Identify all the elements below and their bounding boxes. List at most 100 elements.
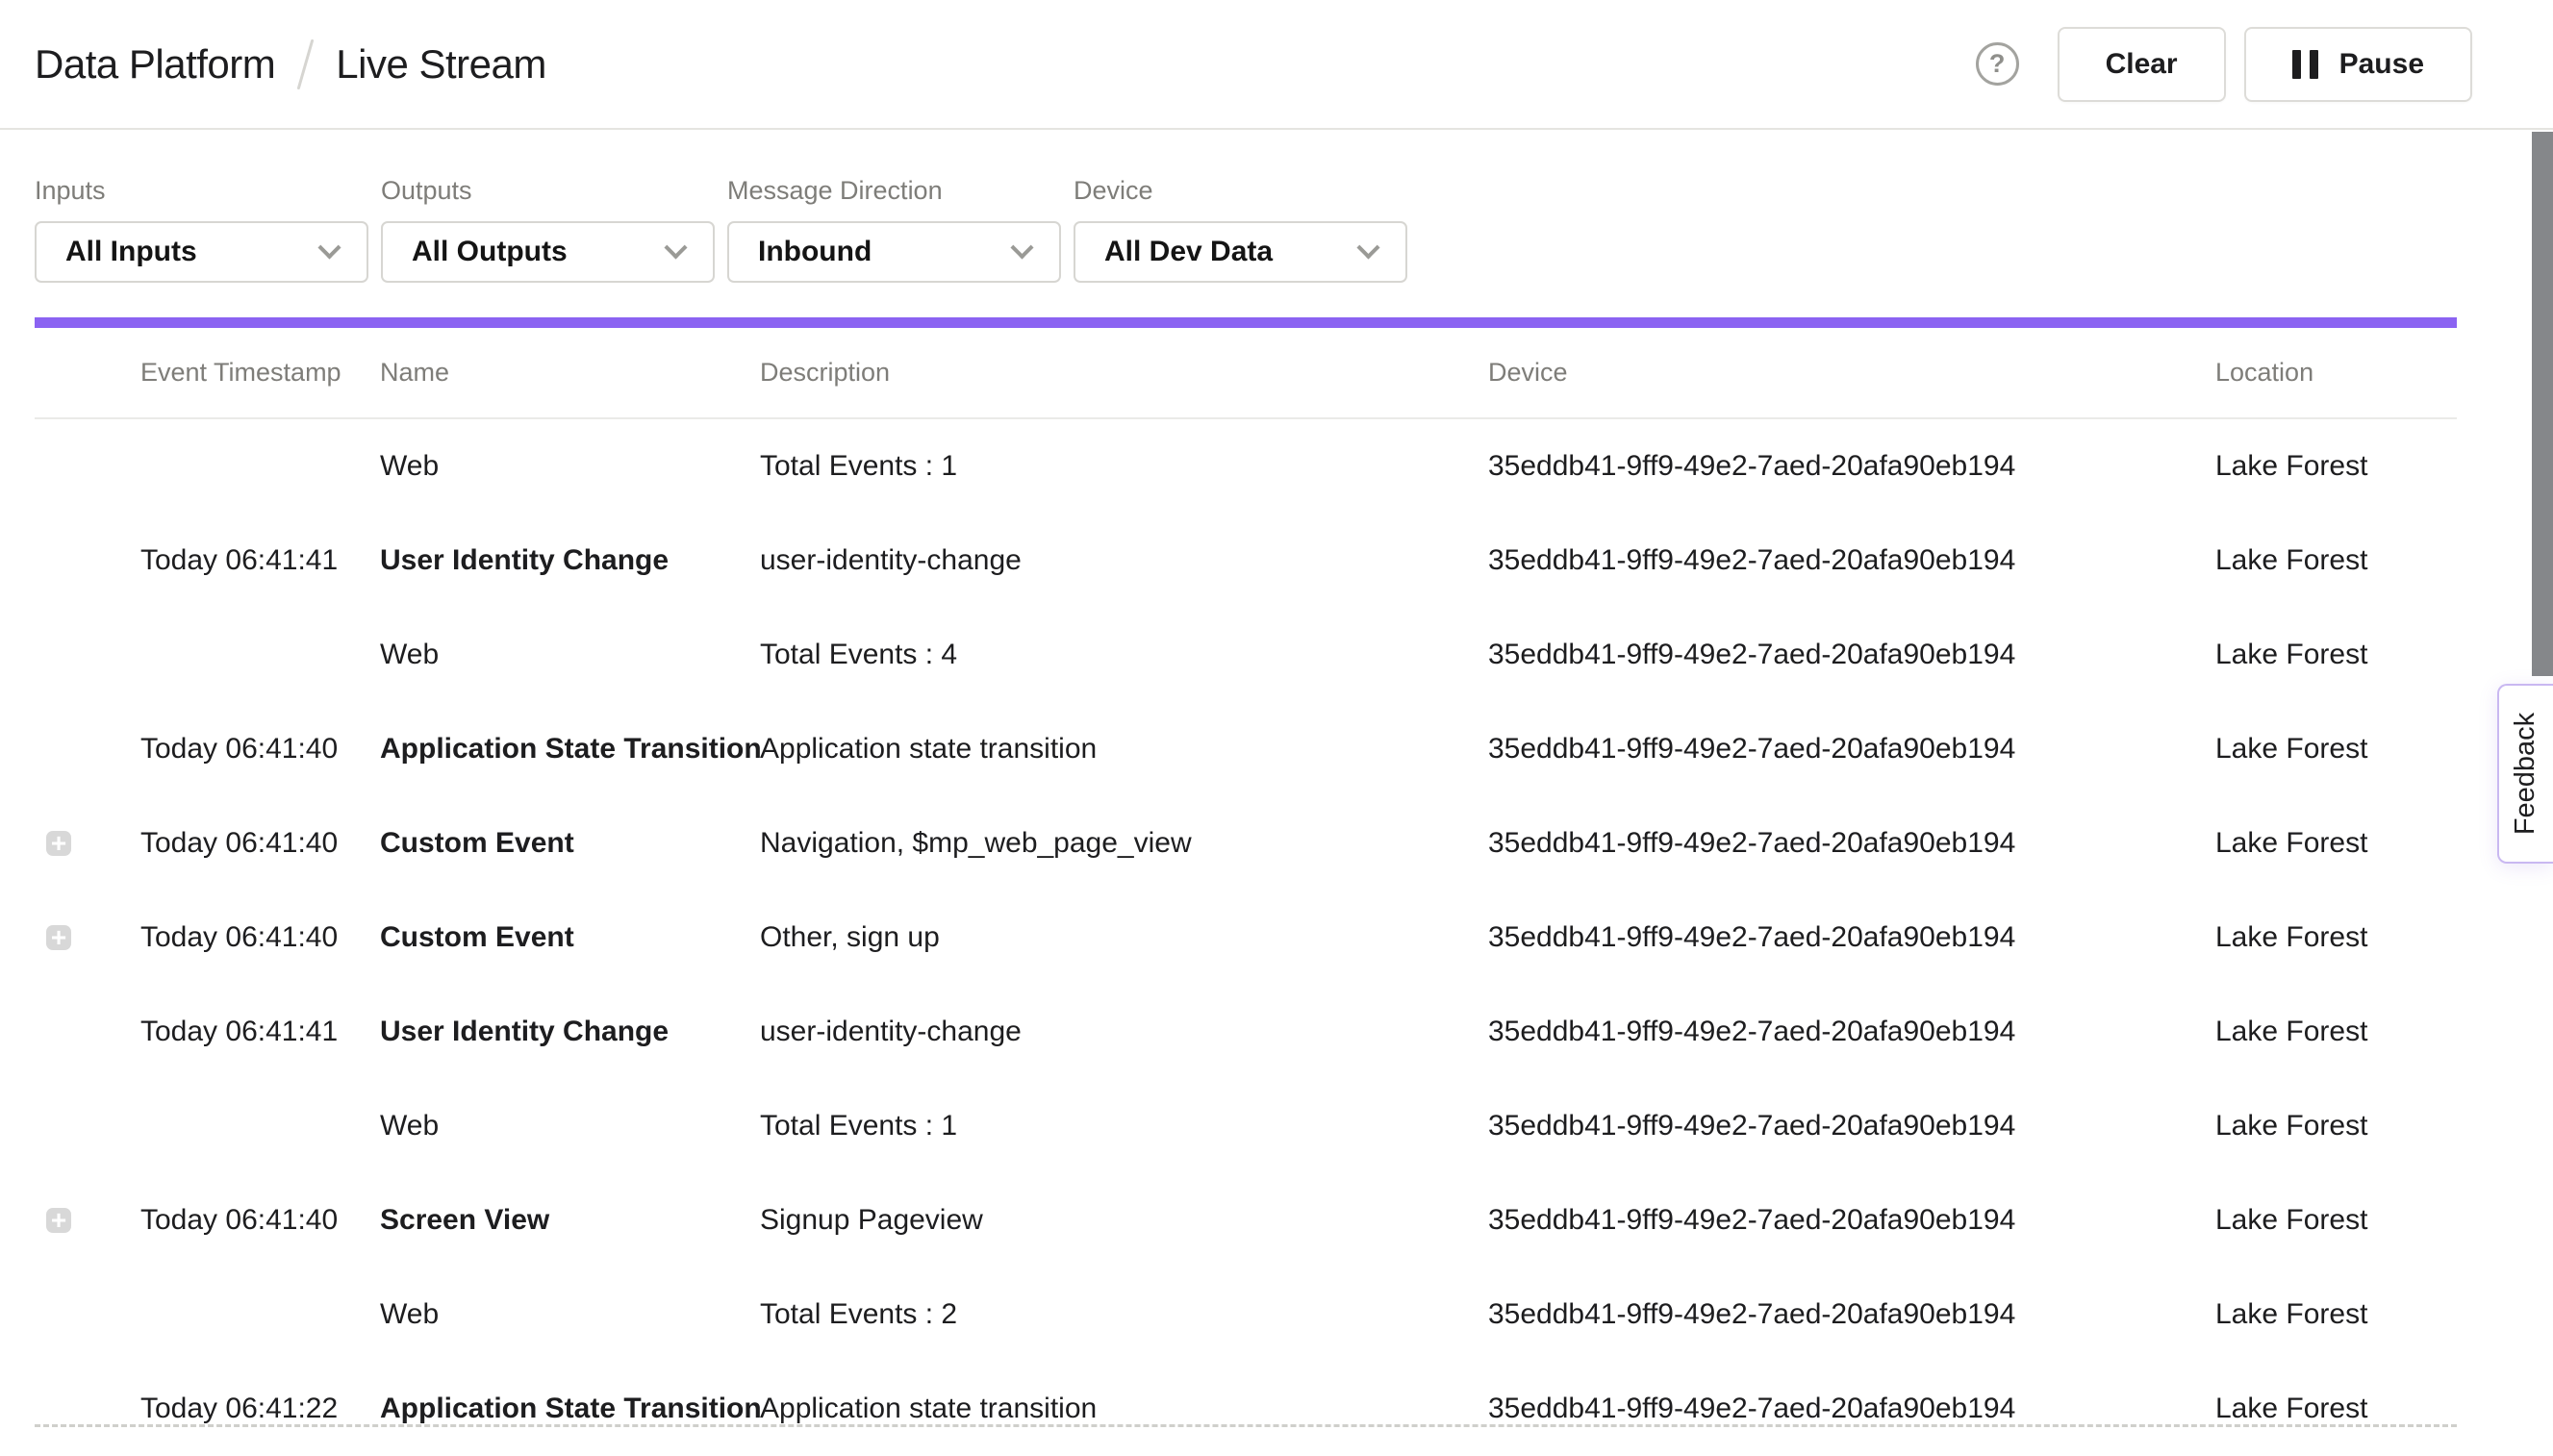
name-cell: Custom Event xyxy=(380,827,760,860)
name-cell: Web xyxy=(380,1110,760,1142)
breadcrumb-live-stream: Live Stream xyxy=(336,41,546,88)
location-cell: Lake Forest xyxy=(2215,1298,2457,1331)
chevron-down-icon xyxy=(317,236,341,259)
breadcrumb-data-platform[interactable]: Data Platform xyxy=(35,41,275,88)
name-cell: Application State Transition xyxy=(380,733,760,766)
filter-device: Device All Dev Data xyxy=(1074,176,1407,283)
device-dropdown[interactable]: All Dev Data xyxy=(1074,221,1407,283)
inputs-dropdown[interactable]: All Inputs xyxy=(35,221,368,283)
message-direction-dropdown-value: Inbound xyxy=(758,236,872,268)
filter-inputs-label: Inputs xyxy=(35,176,368,206)
expand-row-button[interactable]: + xyxy=(46,925,71,950)
device-cell: 35eddb41-9ff9-49e2-7aed-20afa90eb194 xyxy=(1488,544,2215,577)
location-cell: Lake Forest xyxy=(2215,1393,2457,1425)
name-cell: Web xyxy=(380,639,760,671)
expand-row-button[interactable]: + xyxy=(46,1208,71,1233)
table-row[interactable]: Today 06:41:41User Identity Changeuser-i… xyxy=(35,514,2457,608)
table-header-row: Event Timestamp Name Description Device … xyxy=(35,328,2457,419)
help-icon[interactable]: ? xyxy=(1976,42,2019,86)
device-dropdown-value: All Dev Data xyxy=(1104,236,1273,268)
message-direction-dropdown[interactable]: Inbound xyxy=(727,221,1061,283)
filter-message-direction: Message Direction Inbound xyxy=(727,176,1061,283)
description-cell: Navigation, $mp_web_page_view xyxy=(760,827,1488,860)
filter-message-direction-label: Message Direction xyxy=(727,176,1061,206)
vertical-scrollbar-thumb[interactable] xyxy=(2532,132,2553,676)
device-cell: 35eddb41-9ff9-49e2-7aed-20afa90eb194 xyxy=(1488,1298,2215,1331)
location-cell: Lake Forest xyxy=(2215,921,2457,954)
timestamp-cell: Today 06:41:40 xyxy=(140,827,380,860)
timestamp-cell: Today 06:41:40 xyxy=(140,1204,380,1237)
device-cell: 35eddb41-9ff9-49e2-7aed-20afa90eb194 xyxy=(1488,1204,2215,1237)
description-cell: user-identity-change xyxy=(760,544,1488,577)
table-row[interactable]: + Today 06:41:40Custom EventNavigation, $… xyxy=(35,796,2457,891)
name-cell: Web xyxy=(380,1298,760,1331)
name-cell: Web xyxy=(380,450,760,483)
description-cell: Signup Pageview xyxy=(760,1204,1488,1237)
name-cell: User Identity Change xyxy=(380,544,760,577)
outputs-dropdown[interactable]: All Outputs xyxy=(381,221,715,283)
column-description: Description xyxy=(760,358,1488,388)
table-row[interactable]: WebTotal Events : 435eddb41-9ff9-49e2-7a… xyxy=(35,608,2457,702)
table-row[interactable]: + Today 06:41:40Screen ViewSignup Pagevie… xyxy=(35,1173,2457,1268)
filter-inputs: Inputs All Inputs xyxy=(35,176,368,283)
feedback-tab[interactable]: Feedback xyxy=(2497,684,2553,864)
device-cell: 35eddb41-9ff9-49e2-7aed-20afa90eb194 xyxy=(1488,450,2215,483)
device-cell: 35eddb41-9ff9-49e2-7aed-20afa90eb194 xyxy=(1488,1393,2215,1425)
inputs-dropdown-value: All Inputs xyxy=(65,236,197,268)
table-row[interactable]: WebTotal Events : 135eddb41-9ff9-49e2-7a… xyxy=(35,419,2457,514)
table-row[interactable]: WebTotal Events : 235eddb41-9ff9-49e2-7a… xyxy=(35,1268,2457,1362)
timestamp-cell: Today 06:41:40 xyxy=(140,733,380,766)
description-cell: Total Events : 2 xyxy=(760,1298,1488,1331)
column-name: Name xyxy=(380,358,760,388)
breadcrumb-separator xyxy=(297,38,315,89)
name-cell: Screen View xyxy=(380,1204,760,1237)
table-row[interactable]: Today 06:41:41User Identity Changeuser-i… xyxy=(35,985,2457,1079)
timestamp-cell: Today 06:41:40 xyxy=(140,921,380,954)
device-cell: 35eddb41-9ff9-49e2-7aed-20afa90eb194 xyxy=(1488,921,2215,954)
description-cell: Application state transition xyxy=(760,1393,1488,1425)
column-location: Location xyxy=(2215,358,2457,388)
device-cell: 35eddb41-9ff9-49e2-7aed-20afa90eb194 xyxy=(1488,1016,2215,1048)
description-cell: Other, sign up xyxy=(760,921,1488,954)
description-cell: Total Events : 4 xyxy=(760,639,1488,671)
description-cell: user-identity-change xyxy=(760,1016,1488,1048)
filter-outputs: Outputs All Outputs xyxy=(381,176,715,283)
filter-bar: Inputs All Inputs Outputs All Outputs Me… xyxy=(0,130,2553,283)
event-table-body: WebTotal Events : 135eddb41-9ff9-49e2-7a… xyxy=(35,419,2457,1456)
name-cell: Application State Transition xyxy=(380,1393,760,1425)
location-cell: Lake Forest xyxy=(2215,639,2457,671)
location-cell: Lake Forest xyxy=(2215,1016,2457,1048)
breadcrumb: Data Platform Live Stream xyxy=(35,38,546,90)
location-cell: Lake Forest xyxy=(2215,733,2457,766)
name-cell: Custom Event xyxy=(380,921,760,954)
timestamp-cell: Today 06:41:22 xyxy=(140,1393,380,1425)
topbar-actions: ? Clear Pause xyxy=(1976,27,2472,102)
pause-icon xyxy=(2292,50,2318,79)
location-cell: Lake Forest xyxy=(2215,544,2457,577)
device-cell: 35eddb41-9ff9-49e2-7aed-20afa90eb194 xyxy=(1488,639,2215,671)
expand-row-button[interactable]: + xyxy=(46,831,71,856)
location-cell: Lake Forest xyxy=(2215,1204,2457,1237)
chevron-down-icon xyxy=(664,236,687,259)
table-row[interactable]: WebTotal Events : 135eddb41-9ff9-49e2-7a… xyxy=(35,1079,2457,1173)
column-device: Device xyxy=(1488,358,2215,388)
device-cell: 35eddb41-9ff9-49e2-7aed-20afa90eb194 xyxy=(1488,1110,2215,1142)
outputs-dropdown-value: All Outputs xyxy=(412,236,568,268)
expander-cell: + xyxy=(35,925,140,950)
expander-cell: + xyxy=(35,1208,140,1233)
table-row[interactable]: + Today 06:41:40Custom EventOther, sign u… xyxy=(35,891,2457,985)
expander-cell: + xyxy=(35,831,140,856)
timestamp-cell: Today 06:41:41 xyxy=(140,1016,380,1048)
description-cell: Application state transition xyxy=(760,733,1488,766)
location-cell: Lake Forest xyxy=(2215,827,2457,860)
feedback-tab-label: Feedback xyxy=(2511,713,2542,835)
filter-outputs-label: Outputs xyxy=(381,176,715,206)
table-row[interactable]: Today 06:41:40Application State Transiti… xyxy=(35,702,2457,796)
location-cell: Lake Forest xyxy=(2215,450,2457,483)
chevron-down-icon xyxy=(1356,236,1379,259)
pause-button[interactable]: Pause xyxy=(2244,27,2472,102)
clear-button-label: Clear xyxy=(2106,48,2178,81)
device-cell: 35eddb41-9ff9-49e2-7aed-20afa90eb194 xyxy=(1488,827,2215,860)
table-row[interactable]: Today 06:41:22Application State Transiti… xyxy=(35,1362,2457,1456)
clear-button[interactable]: Clear xyxy=(2058,27,2226,102)
